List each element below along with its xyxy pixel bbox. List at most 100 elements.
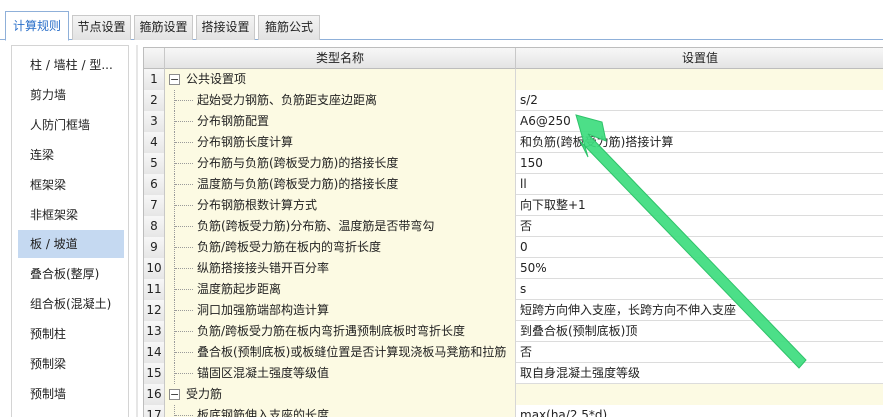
setting-name: 叠合板(预制底板)或板缝位置是否计算现浇板马凳筋和拉筋 xyxy=(197,345,507,359)
value-cell[interactable]: s xyxy=(516,279,883,300)
row-number: 13 xyxy=(144,321,165,342)
tab-calc-rules[interactable]: 计算规则 xyxy=(5,11,69,41)
row-number: 9 xyxy=(144,237,165,258)
value-cell[interactable]: 短跨方向伸入支座，长跨方向不伸入支座 xyxy=(516,300,883,321)
category-item-slab-ramp[interactable]: 板 / 坡道 xyxy=(18,230,124,258)
setting-name: 起始受力钢筋、负筋距支座边距离 xyxy=(197,93,378,107)
table-row[interactable]: 7 分布钢筋根数计算方式 向下取整+1 xyxy=(144,195,883,216)
setting-name: 分布钢筋长度计算 xyxy=(197,135,294,149)
category-item-precast-column[interactable]: 预制柱 xyxy=(18,320,124,348)
table-row-group[interactable]: 1 − 公共设置项 xyxy=(144,69,883,90)
name-cell: 分布钢筋根数计算方式 xyxy=(165,195,516,216)
category-item-civil-defense-door-wall[interactable]: 人防门框墙 xyxy=(18,111,124,139)
table-row[interactable]: 12 洞口加强筋端部构造计算 短跨方向伸入支座，长跨方向不伸入支座 xyxy=(144,300,883,321)
table-row[interactable]: 11 温度筋起步距离 s xyxy=(144,279,883,300)
collapse-toggle-icon[interactable]: − xyxy=(169,389,180,400)
row-number: 12 xyxy=(144,300,165,321)
category-item-shear-wall[interactable]: 剪力墙 xyxy=(18,81,124,109)
setting-name: 锚固区混凝土强度等级值 xyxy=(197,366,330,380)
setting-name: 洞口加强筋端部构造计算 xyxy=(197,303,330,317)
tree-branch xyxy=(175,373,193,374)
name-cell: 纵筋搭接接头错开百分率 xyxy=(165,258,516,279)
table-row[interactable]: 6 温度筋与负筋(跨板受力筋)的搭接长度 ll xyxy=(144,174,883,195)
category-item-non-frame-beam[interactable]: 非框架梁 xyxy=(18,201,124,229)
row-number: 11 xyxy=(144,279,165,300)
table-row[interactable]: 4 分布钢筋长度计算 和负筋(跨板受力筋)搭接计算 xyxy=(144,132,883,153)
setting-name: 纵筋搭接接头错开百分率 xyxy=(197,261,330,275)
value-cell[interactable]: 0 xyxy=(516,237,883,258)
collapse-toggle-icon[interactable]: − xyxy=(169,74,180,85)
category-item-composite-slab-full[interactable]: 叠合板(整厚) xyxy=(18,260,124,288)
value-cell[interactable]: 取自身混凝土强度等级 xyxy=(516,363,883,384)
tree-branch xyxy=(175,205,193,206)
category-item-precast-beam[interactable]: 预制梁 xyxy=(18,350,124,378)
tree-branch xyxy=(175,331,193,332)
tree-branch xyxy=(175,415,193,416)
value-cell[interactable]: 到叠合板(预制底板)顶 xyxy=(516,321,883,342)
row-number: 3 xyxy=(144,111,165,132)
name-cell: − 公共设置项 xyxy=(165,69,516,90)
tree-branch xyxy=(175,247,193,248)
category-item-precast-wall[interactable]: 预制墙 xyxy=(18,380,124,408)
table-row[interactable]: 5 分布筋与负筋(跨板受力筋)的搭接长度 150 xyxy=(144,153,883,174)
settings-grid: 类型名称 设置值 1 − 公共设置项 2 起始受力钢筋、负筋距支座边距离 s/2… xyxy=(143,47,883,417)
value-cell[interactable]: 50% xyxy=(516,258,883,279)
table-row[interactable]: 17 板底钢筋伸入支座的长度 max(ha/2,5*d) xyxy=(144,405,883,417)
table-row[interactable]: 2 起始受力钢筋、负筋距支座边距离 s/2 xyxy=(144,90,883,111)
table-row[interactable]: 14 叠合板(预制底板)或板缝位置是否计算现浇板马凳筋和拉筋 否 xyxy=(144,342,883,363)
table-row[interactable]: 8 负筋(跨板受力筋)分布筋、温度筋是否带弯勾 否 xyxy=(144,216,883,237)
category-item-coupling-beam[interactable]: 连梁 xyxy=(18,141,124,169)
row-number: 2 xyxy=(144,90,165,111)
setting-name: 分布钢筋配置 xyxy=(197,114,270,128)
tab-lap-settings[interactable]: 搭接设置 xyxy=(196,15,255,40)
tree-branch xyxy=(175,163,193,164)
group-label: 受力筋 xyxy=(186,387,223,401)
setting-name: 温度筋与负筋(跨板受力筋)的搭接长度 xyxy=(197,177,399,191)
value-cell[interactable]: 否 xyxy=(516,342,883,363)
value-cell[interactable]: max(ha/2,5*d) xyxy=(516,405,883,417)
name-cell: 分布钢筋配置 xyxy=(165,111,516,132)
setting-name: 板底钢筋伸入支座的长度 xyxy=(197,408,330,417)
name-cell: 锚固区混凝土强度等级值 xyxy=(165,363,516,384)
tree-branch xyxy=(175,100,193,101)
panel-divider[interactable] xyxy=(136,45,138,417)
tree-branch xyxy=(175,352,193,353)
row-number: 14 xyxy=(144,342,165,363)
row-number-header xyxy=(144,48,165,69)
value-cell[interactable]: A6@250 xyxy=(516,111,883,132)
row-number: 6 xyxy=(144,174,165,195)
value-cell[interactable]: 150 xyxy=(516,153,883,174)
value-cell[interactable]: s/2 xyxy=(516,90,883,111)
category-item-column[interactable]: 柱 / 墙柱 / 型... xyxy=(18,51,124,79)
table-row-group[interactable]: 16 − 受力筋 xyxy=(144,384,883,405)
grid-header: 类型名称 设置值 xyxy=(144,48,883,69)
name-cell: 负筋/跨板受力筋在板内的弯折长度 xyxy=(165,237,516,258)
row-number: 10 xyxy=(144,258,165,279)
table-row[interactable]: 10 纵筋搭接接头错开百分率 50% xyxy=(144,258,883,279)
name-cell: 负筋/跨板受力筋在板内弯折遇预制底板时弯折长度 xyxy=(165,321,516,342)
column-header-setting-value[interactable]: 设置值 xyxy=(516,48,883,69)
tab-stirrup-formula[interactable]: 箍筋公式 xyxy=(258,15,320,40)
table-row[interactable]: 9 负筋/跨板受力筋在板内的弯折长度 0 xyxy=(144,237,883,258)
row-number: 7 xyxy=(144,195,165,216)
value-cell[interactable]: 向下取整+1 xyxy=(516,195,883,216)
tree-branch xyxy=(175,310,193,311)
row-number: 5 xyxy=(144,153,165,174)
tab-stirrup-settings[interactable]: 箍筋设置 xyxy=(134,15,193,40)
tab-node-settings[interactable]: 节点设置 xyxy=(72,15,131,40)
row-number: 15 xyxy=(144,363,165,384)
value-cell[interactable]: ll xyxy=(516,174,883,195)
table-row[interactable]: 3 分布钢筋配置 A6@250 xyxy=(144,111,883,132)
value-cell[interactable]: 和负筋(跨板受力筋)搭接计算 xyxy=(516,132,883,153)
setting-name: 分布钢筋根数计算方式 xyxy=(197,198,318,212)
table-row[interactable]: 13 负筋/跨板受力筋在板内弯折遇预制底板时弯折长度 到叠合板(预制底板)顶 xyxy=(144,321,883,342)
row-number: 8 xyxy=(144,216,165,237)
name-cell: 叠合板(预制底板)或板缝位置是否计算现浇板马凳筋和拉筋 xyxy=(165,342,516,363)
tree-branch xyxy=(175,184,193,185)
row-number: 17 xyxy=(144,405,165,417)
category-item-composite-slab-concrete[interactable]: 组合板(混凝土) xyxy=(18,290,124,318)
table-row[interactable]: 15 锚固区混凝土强度等级值 取自身混凝土强度等级 xyxy=(144,363,883,384)
column-header-type-name[interactable]: 类型名称 xyxy=(165,48,516,69)
value-cell[interactable]: 否 xyxy=(516,216,883,237)
category-item-frame-beam[interactable]: 框架梁 xyxy=(18,171,124,199)
